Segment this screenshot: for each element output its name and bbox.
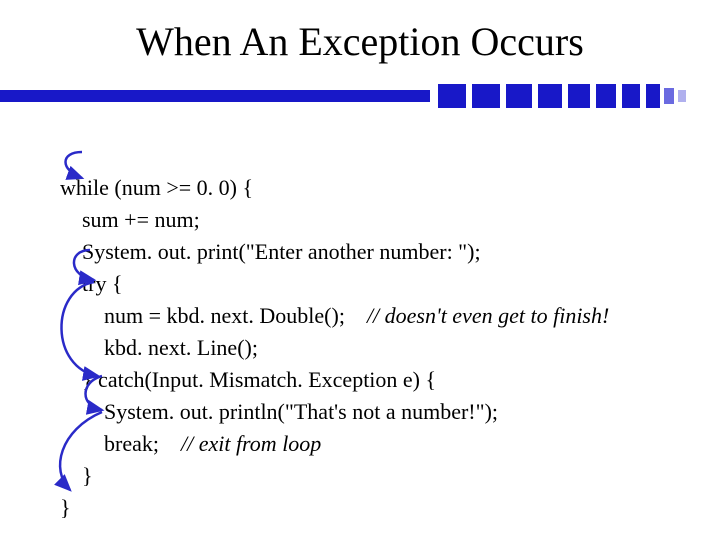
code-comment: // exit from loop [181, 431, 321, 456]
code-comment: // doesn't even get to finish! [367, 303, 609, 328]
decorative-rule [0, 84, 720, 108]
slide-title: When An Exception Occurs [0, 18, 720, 65]
slide: When An Exception Occurs while (num >= 0… [0, 0, 720, 540]
flow-arrows [20, 130, 140, 500]
code-block: while (num >= 0. 0) { sum += num; System… [60, 140, 690, 540]
